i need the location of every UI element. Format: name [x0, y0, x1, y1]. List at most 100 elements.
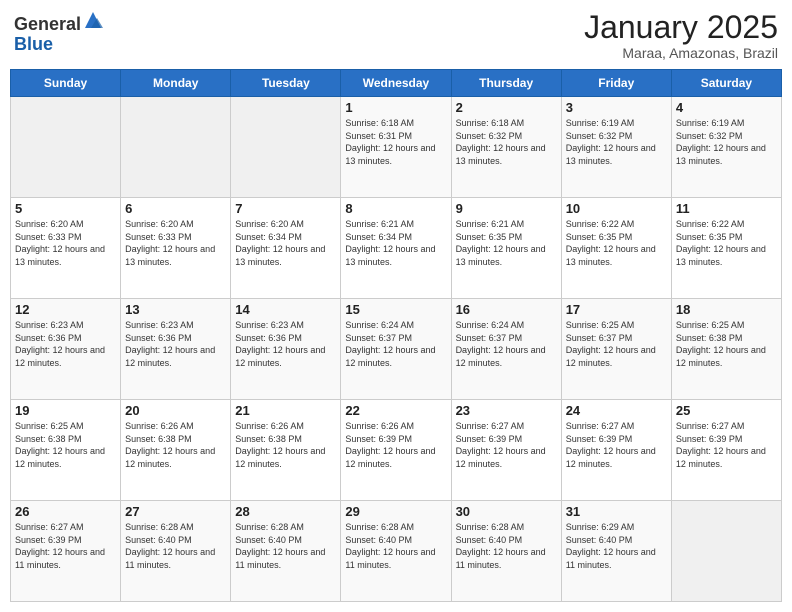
calendar-week-row: 12 Sunrise: 6:23 AM Sunset: 6:36 PM Dayli…: [11, 299, 782, 400]
calendar-cell: 12 Sunrise: 6:23 AM Sunset: 6:36 PM Dayli…: [11, 299, 121, 400]
day-info: Sunrise: 6:20 AM Sunset: 6:33 PM Dayligh…: [15, 218, 116, 268]
day-info: Sunrise: 6:19 AM Sunset: 6:32 PM Dayligh…: [676, 117, 777, 167]
day-info: Sunrise: 6:18 AM Sunset: 6:31 PM Dayligh…: [345, 117, 446, 167]
day-info: Sunrise: 6:27 AM Sunset: 6:39 PM Dayligh…: [566, 420, 667, 470]
day-info: Sunrise: 6:25 AM Sunset: 6:38 PM Dayligh…: [676, 319, 777, 369]
day-number: 15: [345, 302, 446, 317]
calendar-cell: 13Sunrise: 6:23 AM Sunset: 6:36 PM Dayli…: [121, 299, 231, 400]
calendar-cell: 8 Sunrise: 6:21 AM Sunset: 6:34 PM Daylig…: [341, 198, 451, 299]
day-number: 18: [676, 302, 777, 317]
calendar-table: Sunday Monday Tuesday Wednesday Thursday…: [10, 69, 782, 602]
day-info: Sunrise: 6:24 AM Sunset: 6:37 PM Dayligh…: [345, 319, 446, 369]
logo: General Blue: [14, 10, 103, 55]
calendar-cell: 24 Sunrise: 6:27 AM Sunset: 6:39 PM Dayli…: [561, 400, 671, 501]
title-section: January 2025 Maraa, Amazonas, Brazil: [584, 10, 778, 61]
day-info: Sunrise: 6:26 AM Sunset: 6:38 PM Dayligh…: [125, 420, 226, 470]
day-info: Sunrise: 6:21 AM Sunset: 6:34 PM Dayligh…: [345, 218, 446, 268]
day-info: Sunrise: 6:20 AM Sunset: 6:33 PM Dayligh…: [125, 218, 226, 268]
page: General Blue January 2025 Maraa, Amazona…: [0, 0, 792, 612]
header-tuesday: Tuesday: [231, 70, 341, 97]
day-number: 8: [345, 201, 446, 216]
day-info: Sunrise: 6:25 AM Sunset: 6:37 PM Dayligh…: [566, 319, 667, 369]
calendar-cell: 6 Sunrise: 6:20 AM Sunset: 6:33 PM Daylig…: [121, 198, 231, 299]
day-number: 6: [125, 201, 226, 216]
day-number: 4: [676, 100, 777, 115]
month-title: January 2025: [584, 10, 778, 45]
day-number: 7: [235, 201, 336, 216]
calendar-week-row: 19 Sunrise: 6:25 AM Sunset: 6:38 PM Dayli…: [11, 400, 782, 501]
day-number: 1: [345, 100, 446, 115]
day-number: 12: [15, 302, 116, 317]
calendar-cell: 23Sunrise: 6:27 AM Sunset: 6:39 PM Dayli…: [451, 400, 561, 501]
calendar-cell: 1 Sunrise: 6:18 AM Sunset: 6:31 PM Daylig…: [341, 97, 451, 198]
day-number: 2: [456, 100, 557, 115]
calendar-cell: 17Sunrise: 6:25 AM Sunset: 6:37 PM Dayli…: [561, 299, 671, 400]
day-number: 9: [456, 201, 557, 216]
day-info: Sunrise: 6:27 AM Sunset: 6:39 PM Dayligh…: [676, 420, 777, 470]
header-monday: Monday: [121, 70, 231, 97]
calendar-cell: 11 Sunrise: 6:22 AM Sunset: 6:35 PM Dayli…: [671, 198, 781, 299]
day-number: 22: [345, 403, 446, 418]
calendar-week-row: 5 Sunrise: 6:20 AM Sunset: 6:33 PM Daylig…: [11, 198, 782, 299]
header-wednesday: Wednesday: [341, 70, 451, 97]
calendar-cell: 9Sunrise: 6:21 AM Sunset: 6:35 PM Daylig…: [451, 198, 561, 299]
logo-general-text: General: [14, 14, 81, 34]
day-number: 5: [15, 201, 116, 216]
calendar-cell: [11, 97, 121, 198]
calendar-cell: 19 Sunrise: 6:25 AM Sunset: 6:38 PM Dayli…: [11, 400, 121, 501]
day-info: Sunrise: 6:29 AM Sunset: 6:40 PM Dayligh…: [566, 521, 667, 571]
calendar-cell: 15 Sunrise: 6:24 AM Sunset: 6:37 PM Dayli…: [341, 299, 451, 400]
calendar-cell: 2 Sunrise: 6:18 AM Sunset: 6:32 PM Daylig…: [451, 97, 561, 198]
day-number: 14: [235, 302, 336, 317]
day-info: Sunrise: 6:19 AM Sunset: 6:32 PM Dayligh…: [566, 117, 667, 167]
calendar-week-row: 26Sunrise: 6:27 AM Sunset: 6:39 PM Dayli…: [11, 501, 782, 602]
day-info: Sunrise: 6:23 AM Sunset: 6:36 PM Dayligh…: [125, 319, 226, 369]
day-number: 25: [676, 403, 777, 418]
day-number: 23: [456, 403, 557, 418]
header-sunday: Sunday: [11, 70, 121, 97]
weekday-header-row: Sunday Monday Tuesday Wednesday Thursday…: [11, 70, 782, 97]
day-number: 19: [15, 403, 116, 418]
day-number: 31: [566, 504, 667, 519]
calendar-cell: 21 Sunrise: 6:26 AM Sunset: 6:38 PM Dayli…: [231, 400, 341, 501]
calendar-cell: 7 Sunrise: 6:20 AM Sunset: 6:34 PM Daylig…: [231, 198, 341, 299]
day-info: Sunrise: 6:25 AM Sunset: 6:38 PM Dayligh…: [15, 420, 116, 470]
day-info: Sunrise: 6:28 AM Sunset: 6:40 PM Dayligh…: [345, 521, 446, 571]
day-number: 27: [125, 504, 226, 519]
day-number: 3: [566, 100, 667, 115]
day-info: Sunrise: 6:22 AM Sunset: 6:35 PM Dayligh…: [676, 218, 777, 268]
calendar-cell: 16Sunrise: 6:24 AM Sunset: 6:37 PM Dayli…: [451, 299, 561, 400]
location-subtitle: Maraa, Amazonas, Brazil: [584, 45, 778, 61]
header-saturday: Saturday: [671, 70, 781, 97]
calendar-cell: 29 Sunrise: 6:28 AM Sunset: 6:40 PM Dayli…: [341, 501, 451, 602]
calendar-week-row: 1 Sunrise: 6:18 AM Sunset: 6:31 PM Daylig…: [11, 97, 782, 198]
day-info: Sunrise: 6:26 AM Sunset: 6:38 PM Dayligh…: [235, 420, 336, 470]
logo-icon: [83, 10, 103, 30]
calendar-cell: 5 Sunrise: 6:20 AM Sunset: 6:33 PM Daylig…: [11, 198, 121, 299]
calendar-cell: [671, 501, 781, 602]
calendar-cell: 10Sunrise: 6:22 AM Sunset: 6:35 PM Dayli…: [561, 198, 671, 299]
day-number: 24: [566, 403, 667, 418]
day-info: Sunrise: 6:28 AM Sunset: 6:40 PM Dayligh…: [125, 521, 226, 571]
day-info: Sunrise: 6:26 AM Sunset: 6:39 PM Dayligh…: [345, 420, 446, 470]
header-friday: Friday: [561, 70, 671, 97]
calendar-cell: [121, 97, 231, 198]
day-info: Sunrise: 6:20 AM Sunset: 6:34 PM Dayligh…: [235, 218, 336, 268]
header-thursday: Thursday: [451, 70, 561, 97]
day-info: Sunrise: 6:27 AM Sunset: 6:39 PM Dayligh…: [15, 521, 116, 571]
day-info: Sunrise: 6:23 AM Sunset: 6:36 PM Dayligh…: [15, 319, 116, 369]
calendar-cell: [231, 97, 341, 198]
day-info: Sunrise: 6:18 AM Sunset: 6:32 PM Dayligh…: [456, 117, 557, 167]
day-info: Sunrise: 6:22 AM Sunset: 6:35 PM Dayligh…: [566, 218, 667, 268]
calendar-cell: 18 Sunrise: 6:25 AM Sunset: 6:38 PM Dayli…: [671, 299, 781, 400]
calendar-cell: 31 Sunrise: 6:29 AM Sunset: 6:40 PM Dayli…: [561, 501, 671, 602]
day-number: 11: [676, 201, 777, 216]
day-number: 30: [456, 504, 557, 519]
calendar-cell: 20Sunrise: 6:26 AM Sunset: 6:38 PM Dayli…: [121, 400, 231, 501]
day-number: 29: [345, 504, 446, 519]
calendar-cell: 30Sunrise: 6:28 AM Sunset: 6:40 PM Dayli…: [451, 501, 561, 602]
day-number: 16: [456, 302, 557, 317]
calendar-cell: 22 Sunrise: 6:26 AM Sunset: 6:39 PM Dayli…: [341, 400, 451, 501]
day-number: 21: [235, 403, 336, 418]
calendar-cell: 28Sunrise: 6:28 AM Sunset: 6:40 PM Dayli…: [231, 501, 341, 602]
